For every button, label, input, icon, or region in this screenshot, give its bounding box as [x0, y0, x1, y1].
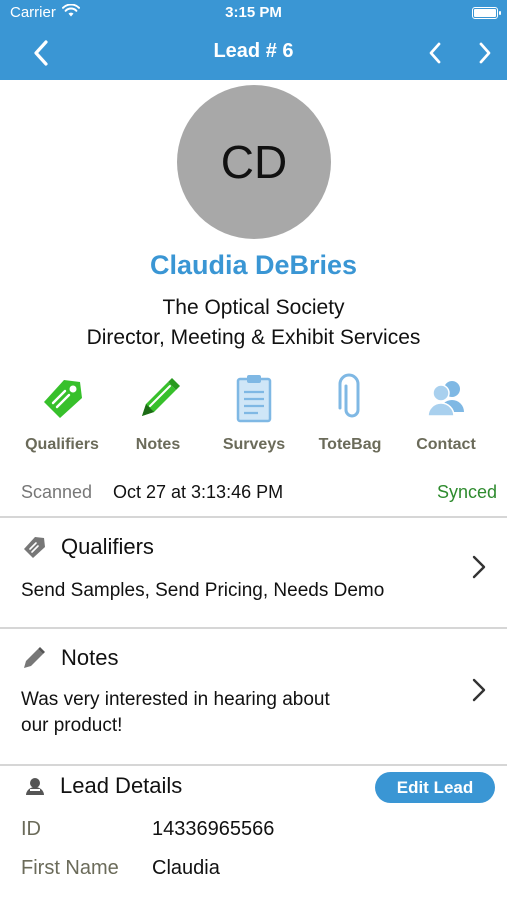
detail-row: First Name Claudia: [21, 857, 491, 885]
contacts-icon: [427, 381, 464, 417]
scanned-timestamp: Oct 27 at 3:13:46 PM: [113, 482, 284, 502]
action-bar: Qualifiers Notes Surveys ToteBag Contact: [14, 372, 494, 462]
detail-key: ID: [21, 818, 41, 840]
avatar: CD: [177, 85, 331, 239]
status-time: 3:15 PM: [225, 4, 282, 21]
qualifiers-heading-label: Qualifiers: [61, 534, 154, 559]
chevron-left-icon: [429, 42, 441, 64]
tag-icon: [24, 537, 45, 558]
chevron-right-icon: [472, 678, 486, 702]
qualifiers-action-button[interactable]: Qualifiers: [14, 372, 110, 462]
contact-action-label: Contact: [416, 436, 476, 453]
notes-section[interactable]: Notes Was very interested in hearing abo…: [0, 629, 507, 765]
detail-value: Claudia: [152, 857, 220, 879]
notes-text: Was very interested in hearing about our…: [21, 687, 441, 739]
avatar-initials: CD: [220, 136, 288, 188]
lead-name: Claudia DeBries: [149, 250, 358, 280]
totebag-action-label: ToteBag: [318, 436, 382, 453]
person-icon: [26, 778, 44, 795]
detail-value: 14336965566: [152, 818, 275, 840]
lead-company: The Optical Society: [162, 296, 345, 319]
sync-status: Synced: [436, 482, 497, 502]
scan-info-row: Scanned Oct 27 at 3:13:46 PM Synced: [21, 482, 497, 506]
qualifiers-section[interactable]: Qualifiers Send Samples, Send Pricing, N…: [0, 518, 507, 628]
notes-text-line: Was very interested in hearing about: [21, 689, 330, 710]
contact-action-button[interactable]: Contact: [398, 372, 494, 462]
clipboard-icon: [236, 375, 272, 423]
qualifiers-text: Send Samples, Send Pricing, Needs Demo: [21, 580, 385, 601]
qualifiers-action-label: Qualifiers: [25, 436, 99, 453]
top-bar: Carrier 3:15 PM Lead # 6: [0, 0, 507, 80]
lead-job-title: Director, Meeting & Exhibit Services: [86, 326, 421, 349]
surveys-action-button[interactable]: Surveys: [206, 372, 302, 462]
next-lead-button[interactable]: [470, 36, 500, 70]
previous-lead-button[interactable]: [420, 36, 450, 70]
lead-details-heading-label: Lead Details: [60, 773, 183, 798]
chevron-right-icon: [472, 555, 486, 579]
chevron-right-icon: [479, 42, 491, 64]
edit-lead-button[interactable]: Edit Lead: [375, 772, 495, 803]
battery-icon: [472, 7, 501, 19]
notes-heading-label: Notes: [61, 645, 119, 670]
detail-row: ID 14336965566: [21, 818, 491, 846]
divider: [0, 764, 507, 766]
notes-text-line: our product!: [21, 715, 123, 736]
tag-icon: [44, 380, 82, 418]
notes-heading: Notes: [21, 645, 118, 671]
pencil-icon: [24, 647, 45, 668]
totebag-action-button[interactable]: ToteBag: [302, 372, 398, 462]
qualifiers-heading: Qualifiers: [21, 534, 154, 560]
paperclip-icon: [338, 373, 360, 418]
surveys-action-label: Surveys: [222, 436, 286, 453]
pencil-icon: [142, 378, 180, 416]
lead-details-heading: Lead Details: [24, 773, 182, 799]
detail-key: First Name: [21, 857, 119, 879]
scanned-label: Scanned: [21, 482, 93, 502]
notes-action-label: Notes: [135, 436, 181, 453]
notes-action-button[interactable]: Notes: [110, 372, 206, 462]
